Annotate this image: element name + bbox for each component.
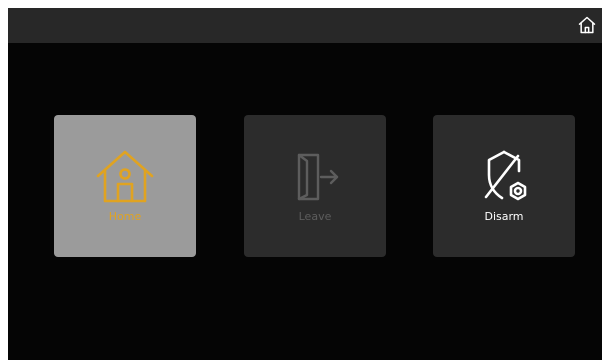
disarm-shield-icon — [484, 150, 527, 201]
alarm-panel-screen: Home Leave Disarm — [8, 8, 602, 360]
home-icon — [578, 16, 596, 34]
mode-home-label: Home — [108, 210, 142, 223]
mode-leave-button[interactable]: Leave — [244, 115, 386, 257]
mode-disarm-label: Disarm — [484, 210, 524, 223]
mode-home-button[interactable]: Home — [54, 115, 196, 257]
home-button[interactable] — [576, 14, 598, 36]
mode-leave-label: Leave — [298, 210, 332, 223]
leave-door-icon — [297, 153, 339, 201]
top-bar — [8, 8, 602, 43]
house-person-icon — [96, 150, 154, 203]
mode-disarm-button[interactable]: Disarm — [433, 115, 575, 257]
